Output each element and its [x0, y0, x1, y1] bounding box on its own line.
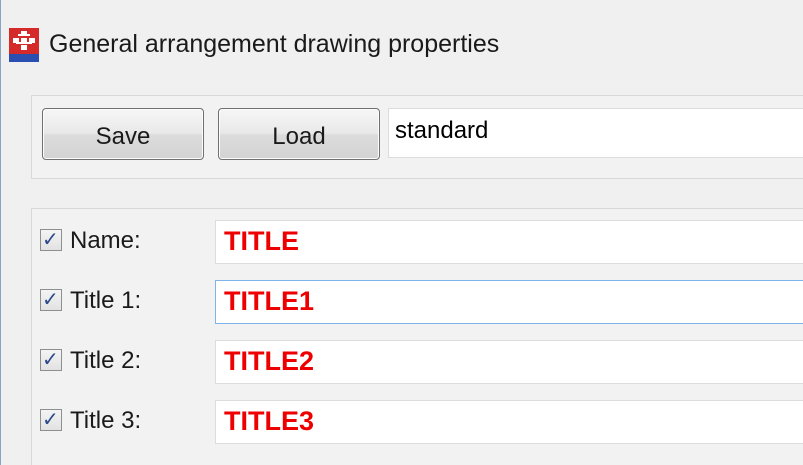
field-row-name: ✓ Name:	[32, 217, 803, 267]
name-input[interactable]	[215, 220, 803, 264]
window-title: General arrangement drawing properties	[49, 30, 500, 58]
checkmark-icon: ✓	[42, 409, 59, 431]
field-row-title-3: ✓ Title 3:	[32, 397, 803, 447]
properties-dialog: General arrangement drawing properties S…	[0, 0, 803, 465]
app-logo-icon	[9, 28, 39, 62]
title-2-input[interactable]	[215, 340, 803, 384]
title-1-label: Title 1:	[70, 287, 142, 314]
load-button-label: Load	[272, 123, 326, 150]
title-2-label: Title 2:	[70, 347, 142, 374]
name-label: Name:	[70, 227, 141, 254]
save-button-label: Save	[95, 123, 151, 150]
title-2-checkbox[interactable]: ✓	[40, 349, 62, 371]
load-button[interactable]: Load	[218, 108, 380, 160]
checkmark-icon: ✓	[42, 229, 59, 251]
title-1-checkbox[interactable]: ✓	[40, 289, 62, 311]
field-row-title-1: ✓ Title 1:	[32, 277, 803, 327]
title-1-input[interactable]	[215, 280, 803, 324]
field-row-title-2: ✓ Title 2:	[32, 337, 803, 387]
checkmark-icon: ✓	[42, 289, 59, 311]
preset-panel: Save Load	[31, 95, 803, 179]
preset-name-input[interactable]	[388, 108, 803, 158]
name-checkbox[interactable]: ✓	[40, 229, 62, 251]
checkmark-icon: ✓	[42, 349, 59, 371]
save-button[interactable]: Save	[42, 108, 204, 160]
title-3-checkbox[interactable]: ✓	[40, 409, 62, 431]
title-3-label: Title 3:	[70, 407, 142, 434]
title-3-input[interactable]	[215, 400, 803, 444]
title-fields-panel: ✓ Name: ✓ Title 1: ✓ Title 2: ✓ Title 3:	[31, 208, 803, 465]
title-bar: General arrangement drawing properties	[1, 0, 803, 94]
